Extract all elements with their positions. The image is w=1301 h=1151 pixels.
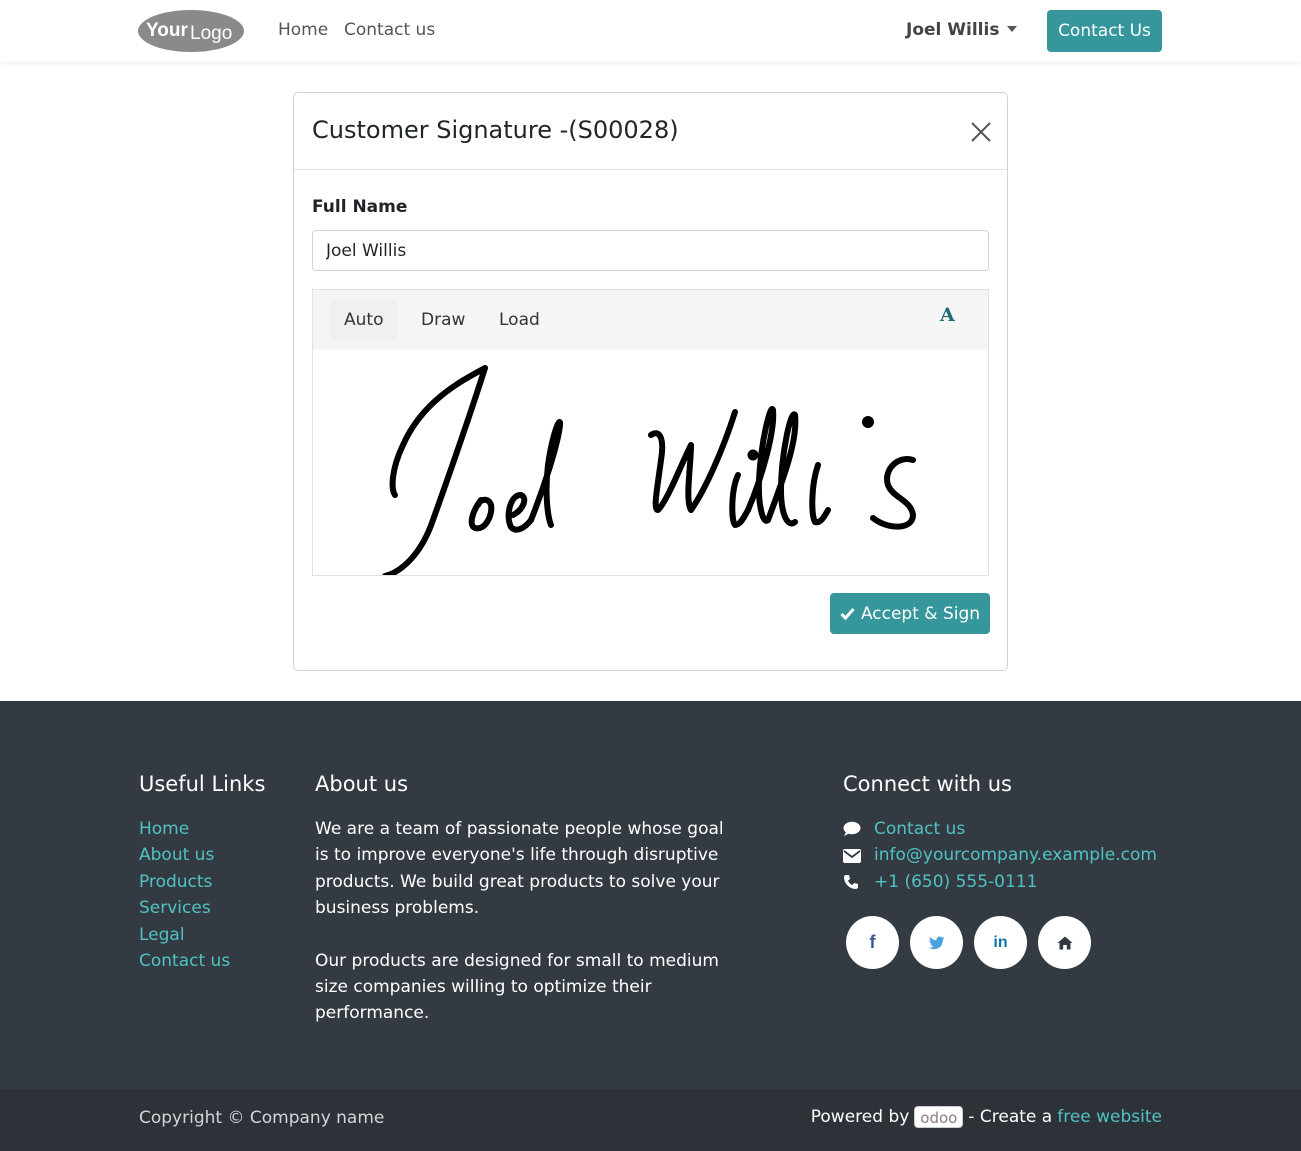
connect-email-label: info@yourcompany.example.com	[874, 845, 1157, 866]
facebook-button[interactable]: f	[846, 916, 899, 969]
powered-by: Powered by odoo - Create a free website	[811, 1106, 1162, 1128]
check-icon	[840, 608, 855, 620]
linkedin-button[interactable]: in	[974, 916, 1027, 969]
comment-icon	[843, 821, 874, 837]
site-footer: Useful Links Home About us Products Serv…	[0, 701, 1301, 1089]
connect-heading: Connect with us	[843, 772, 1012, 796]
modal-header: Customer Signature -(S00028)	[294, 93, 1007, 170]
close-icon[interactable]	[970, 121, 992, 143]
about-paragraph: Our products are designed for small to m…	[315, 950, 719, 1024]
phone-icon	[843, 874, 874, 890]
full-name-label: Full Name	[312, 197, 408, 217]
home-button[interactable]	[1038, 916, 1091, 969]
user-menu-dropdown[interactable]: Joel Willis	[906, 20, 1018, 40]
about-heading: About us	[315, 772, 409, 796]
envelope-icon	[843, 848, 874, 863]
connect-email-link[interactable]: info@yourcompany.example.com	[843, 842, 1157, 868]
connect-phone-link[interactable]: +1 (650) 555-0111	[843, 869, 1157, 895]
full-name-input[interactable]	[312, 230, 989, 271]
facebook-icon: f	[869, 932, 876, 952]
useful-links-list: Home About us Products Services Legal Co…	[139, 816, 230, 974]
about-paragraph: We are a team of passionate people whose…	[315, 819, 724, 919]
copyright-text: Copyright © Company name	[139, 1108, 385, 1128]
modal-title: Customer Signature -(S00028)	[312, 116, 679, 144]
signature-pad[interactable]	[312, 350, 989, 576]
nav-home-link[interactable]: Home	[278, 20, 328, 40]
tab-auto[interactable]: Auto	[330, 300, 398, 340]
company-logo[interactable]: Your Logo	[138, 9, 244, 53]
about-text: We are a team of passionate people whose…	[315, 816, 725, 1027]
odoo-logo[interactable]: odoo	[914, 1106, 964, 1128]
user-name: Joel Willis	[906, 20, 1000, 40]
accept-sign-label: Accept & Sign	[860, 603, 981, 624]
top-navbar: Your Logo Home Contact us Joel Willis Co…	[0, 0, 1301, 62]
svg-text:Logo: Logo	[190, 23, 232, 44]
font-select-icon[interactable]: A	[940, 304, 955, 326]
footer-link-home[interactable]: Home	[139, 816, 230, 842]
footer-link-about[interactable]: About us	[139, 842, 230, 868]
signature-drawing	[382, 365, 916, 575]
footer-link-contact[interactable]: Contact us	[139, 948, 230, 974]
chevron-down-icon	[1007, 26, 1018, 32]
nav-contact-link[interactable]: Contact us	[344, 20, 435, 40]
connect-contact-label: Contact us	[874, 819, 966, 839]
footer-link-legal[interactable]: Legal	[139, 922, 230, 948]
copyright-bar: Copyright © Company name Powered by odoo…	[0, 1089, 1301, 1151]
contact-us-button[interactable]: Contact Us	[1047, 10, 1162, 52]
tab-load[interactable]: Load	[485, 300, 554, 340]
connect-phone-label: +1 (650) 555-0111	[874, 871, 1038, 892]
create-text: - Create a	[968, 1107, 1053, 1127]
signature-modal: Customer Signature -(S00028) Full Name A…	[293, 92, 1008, 671]
connect-contact-link[interactable]: Contact us	[843, 816, 1157, 842]
linkedin-icon: in	[993, 933, 1008, 951]
useful-links-heading: Useful Links	[139, 772, 266, 796]
powered-by-label: Powered by	[810, 1107, 910, 1127]
footer-link-services[interactable]: Services	[139, 895, 230, 921]
home-icon	[1057, 936, 1072, 949]
signature-toolbar: Auto Draw Load A	[312, 289, 989, 351]
accept-sign-button[interactable]: Accept & Sign	[830, 593, 990, 634]
svg-text:Your: Your	[146, 20, 188, 41]
twitter-button[interactable]	[910, 916, 963, 969]
twitter-icon	[928, 936, 944, 949]
connect-list: Contact us info@yourcompany.example.com …	[843, 816, 1157, 895]
free-website-link[interactable]: free website	[1057, 1107, 1162, 1127]
footer-link-products[interactable]: Products	[139, 869, 230, 895]
tab-draw[interactable]: Draw	[407, 300, 479, 340]
